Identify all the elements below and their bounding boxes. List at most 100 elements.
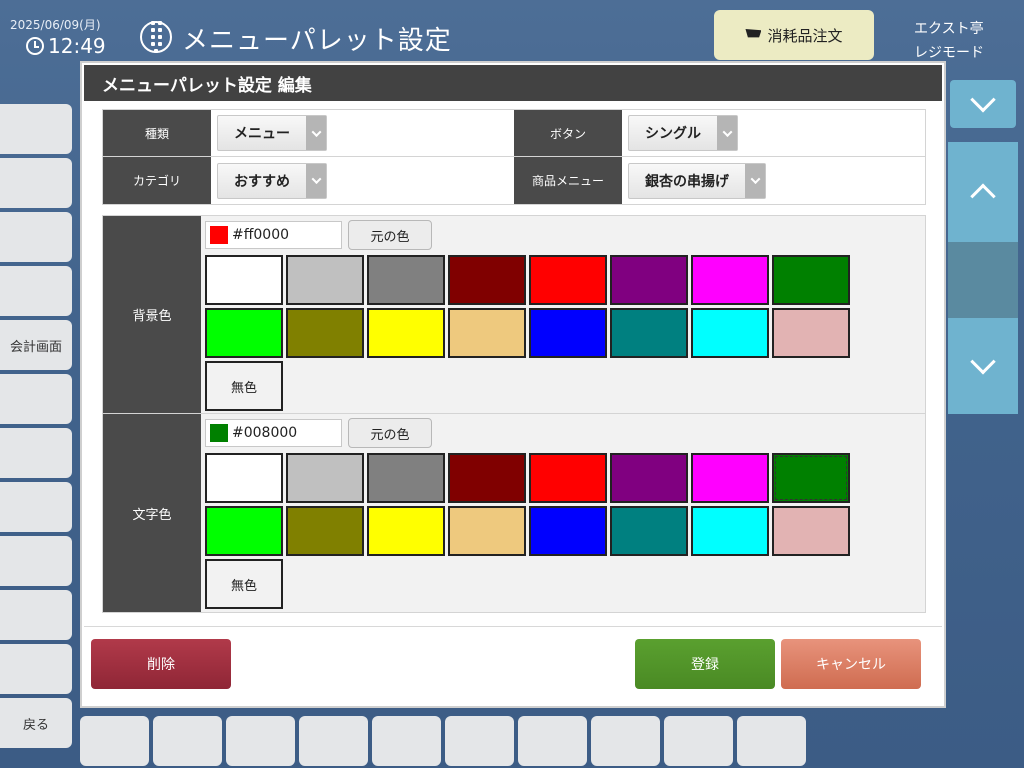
sidebar-item[interactable] bbox=[0, 212, 72, 262]
bg-color-swatch[interactable] bbox=[286, 308, 364, 358]
bg-color-swatch[interactable] bbox=[448, 255, 526, 305]
category-select[interactable]: おすすめ bbox=[217, 162, 327, 199]
bottom-bar bbox=[80, 716, 806, 766]
supplies-order-label: 消耗品注文 bbox=[767, 26, 843, 45]
bg-color-swatch[interactable] bbox=[772, 308, 850, 358]
category-select-value: おすすめ bbox=[234, 173, 290, 190]
bg-color-swatch[interactable] bbox=[367, 308, 445, 358]
text-color-swatch[interactable] bbox=[448, 506, 526, 556]
menu-grid-icon[interactable] bbox=[140, 21, 172, 53]
text-color-swatch[interactable] bbox=[772, 506, 850, 556]
sidebar-item[interactable] bbox=[0, 644, 72, 694]
bg-color-swatch[interactable] bbox=[205, 255, 283, 305]
text-hex-input[interactable]: #008000 bbox=[205, 419, 342, 447]
bg-color-swatch[interactable] bbox=[205, 308, 283, 358]
form-row: 種類 メニュー ボタン シングル bbox=[103, 110, 925, 157]
cart-icon bbox=[745, 29, 762, 38]
page-title: メニューパレット設定 bbox=[182, 26, 452, 56]
supplies-order-button[interactable]: 消耗品注文 bbox=[714, 10, 874, 60]
bg-color-swatch[interactable] bbox=[367, 255, 445, 305]
text-color-swatch[interactable] bbox=[205, 506, 283, 556]
text-color-swatch[interactable] bbox=[691, 453, 769, 503]
bg-no-color-button[interactable]: 無色 bbox=[205, 361, 283, 411]
text-color-swatch[interactable] bbox=[610, 506, 688, 556]
background-color-label: 背景色 bbox=[103, 216, 201, 413]
chevron-down-icon bbox=[970, 349, 996, 375]
clock-icon bbox=[26, 37, 44, 55]
item-menu-select-value: 銀杏の串揚げ bbox=[645, 173, 729, 190]
bottom-button[interactable] bbox=[80, 716, 149, 766]
bg-color-swatch[interactable] bbox=[448, 308, 526, 358]
bottom-button[interactable] bbox=[591, 716, 660, 766]
background-color-row: 背景色 #ff0000 元の色 無色 bbox=[103, 216, 925, 414]
scroll-down-button[interactable] bbox=[948, 318, 1018, 414]
header-date: 2025/06/09(月) bbox=[10, 18, 101, 32]
sidebar-item-checkout[interactable]: 会計画面 bbox=[0, 320, 72, 370]
text-color-swatch[interactable] bbox=[367, 453, 445, 503]
bottom-button[interactable] bbox=[664, 716, 733, 766]
bg-color-swatch[interactable] bbox=[610, 308, 688, 358]
sidebar-item[interactable] bbox=[0, 482, 72, 532]
sidebar-item[interactable] bbox=[0, 590, 72, 640]
text-color-swatch[interactable] bbox=[529, 506, 607, 556]
sidebar-item[interactable] bbox=[0, 266, 72, 316]
text-color-swatch[interactable] bbox=[691, 506, 769, 556]
bg-color-swatch[interactable] bbox=[772, 255, 850, 305]
chevron-down-icon bbox=[311, 174, 321, 185]
bottom-button[interactable] bbox=[372, 716, 441, 766]
sidebar-item[interactable] bbox=[0, 374, 72, 424]
bg-color-swatch[interactable] bbox=[286, 255, 364, 305]
bottom-button[interactable] bbox=[518, 716, 587, 766]
delete-button[interactable]: 削除 bbox=[91, 639, 231, 689]
register-button[interactable]: 登録 bbox=[635, 639, 775, 689]
bottom-button[interactable] bbox=[445, 716, 514, 766]
text-color-label: 文字色 bbox=[103, 414, 201, 612]
background-hex-value: #ff0000 bbox=[232, 227, 290, 243]
bottom-button[interactable] bbox=[153, 716, 222, 766]
chevron-down-icon bbox=[750, 174, 760, 185]
bottom-button[interactable] bbox=[299, 716, 368, 766]
divider bbox=[84, 626, 942, 627]
text-color-swatch[interactable] bbox=[610, 453, 688, 503]
bg-color-swatch[interactable] bbox=[610, 255, 688, 305]
bg-color-swatch[interactable] bbox=[691, 255, 769, 305]
scroll-up-button[interactable] bbox=[948, 142, 1018, 242]
bottom-button[interactable] bbox=[737, 716, 806, 766]
bottom-button[interactable] bbox=[226, 716, 295, 766]
sidebar-item[interactable] bbox=[0, 428, 72, 478]
type-select[interactable]: メニュー bbox=[217, 115, 327, 151]
text-color-row: 文字色 #008000 元の色 無色 bbox=[103, 414, 925, 612]
sidebar-item[interactable] bbox=[0, 536, 72, 586]
text-color-swatch[interactable] bbox=[205, 453, 283, 503]
text-color-swatch[interactable] bbox=[367, 506, 445, 556]
edit-dialog: メニューパレット設定 編集 種類 メニュー ボタン シングル カテゴリ おすすめ… bbox=[80, 61, 946, 708]
button-select[interactable]: シングル bbox=[628, 115, 738, 151]
cancel-button[interactable]: キャンセル bbox=[781, 639, 921, 689]
sidebar-item[interactable] bbox=[0, 158, 72, 208]
chevron-down-icon bbox=[311, 126, 321, 137]
collapse-button[interactable] bbox=[950, 80, 1016, 128]
text-no-color-button[interactable]: 無色 bbox=[205, 559, 283, 609]
dialog-title: メニューパレット設定 編集 bbox=[84, 65, 942, 101]
color-settings: 背景色 #ff0000 元の色 無色 文字色 #008000 元の色 無色 bbox=[102, 215, 926, 613]
background-original-color-button[interactable]: 元の色 bbox=[348, 220, 432, 250]
text-original-color-button[interactable]: 元の色 bbox=[348, 418, 432, 448]
scroll-thumb[interactable] bbox=[948, 242, 1018, 318]
bg-color-swatch[interactable] bbox=[691, 308, 769, 358]
header-time: 12:49 bbox=[48, 34, 106, 58]
text-hex-value: #008000 bbox=[232, 425, 298, 441]
text-color-swatch[interactable] bbox=[286, 453, 364, 503]
text-preview-swatch bbox=[210, 424, 228, 442]
background-preview-swatch bbox=[210, 226, 228, 244]
bg-color-swatch[interactable] bbox=[529, 308, 607, 358]
text-color-swatch[interactable] bbox=[448, 453, 526, 503]
item-menu-select[interactable]: 銀杏の串揚げ bbox=[628, 162, 766, 199]
text-color-swatch[interactable] bbox=[286, 506, 364, 556]
text-color-swatch[interactable] bbox=[529, 453, 607, 503]
text-color-swatch[interactable] bbox=[772, 453, 850, 503]
background-hex-input[interactable]: #ff0000 bbox=[205, 221, 342, 249]
back-button[interactable]: 戻る bbox=[0, 698, 72, 748]
bg-color-swatch[interactable] bbox=[529, 255, 607, 305]
sidebar-item[interactable] bbox=[0, 104, 72, 154]
chevron-down-icon bbox=[722, 126, 732, 137]
